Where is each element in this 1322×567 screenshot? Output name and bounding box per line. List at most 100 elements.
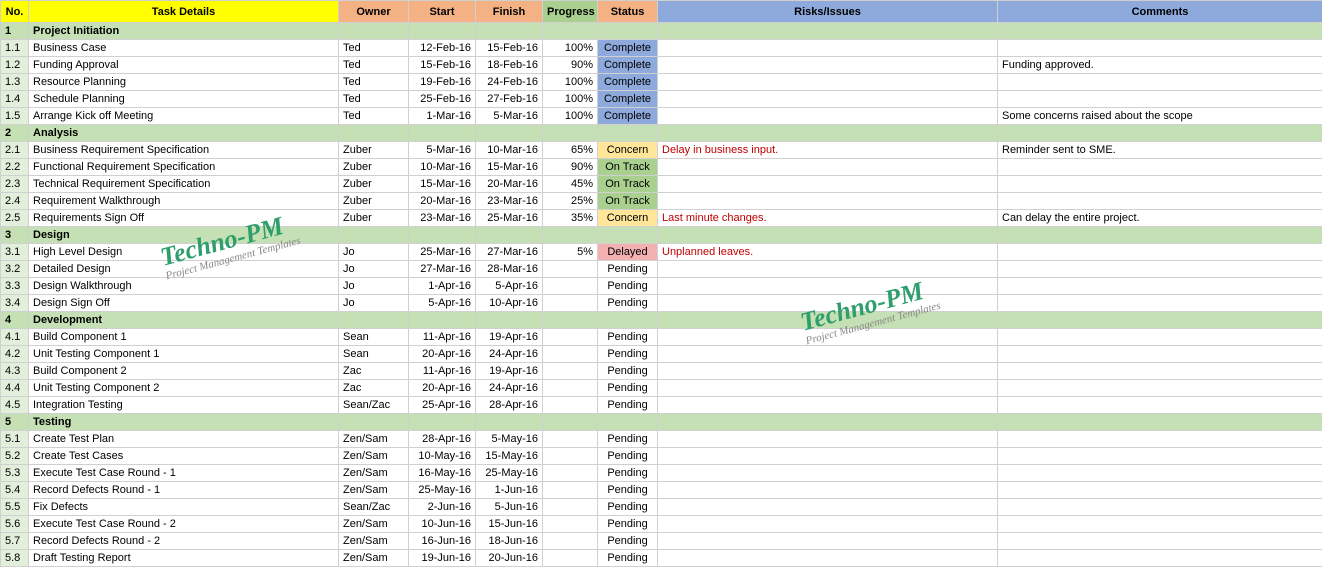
cell-finish[interactable]: 25-May-16 (476, 465, 543, 482)
cell-finish[interactable] (476, 23, 543, 40)
cell-start[interactable] (409, 227, 476, 244)
cell-risk[interactable] (658, 397, 998, 414)
cell-risk[interactable] (658, 227, 998, 244)
project-plan-table[interactable]: No. Task Details Owner Start Finish Prog… (0, 0, 1322, 567)
cell-start[interactable]: 20-Mar-16 (409, 193, 476, 210)
cell-task[interactable]: Functional Requirement Specification (29, 159, 339, 176)
cell-no[interactable]: 3.2 (1, 261, 29, 278)
cell-risk[interactable] (658, 448, 998, 465)
cell-comment[interactable] (998, 244, 1322, 261)
cell-risk[interactable] (658, 278, 998, 295)
cell-owner[interactable]: Zac (339, 380, 409, 397)
cell-owner[interactable]: Jo (339, 278, 409, 295)
cell-comment[interactable] (998, 312, 1322, 329)
table-row[interactable]: 4.1Build Component 1Sean11-Apr-1619-Apr-… (1, 329, 1322, 346)
table-row[interactable]: 3.1High Level DesignJo25-Mar-1627-Mar-16… (1, 244, 1322, 261)
cell-risk[interactable] (658, 550, 998, 567)
cell-risk[interactable] (658, 516, 998, 533)
cell-owner[interactable]: Zen/Sam (339, 482, 409, 499)
cell-progress[interactable] (543, 227, 598, 244)
cell-owner[interactable]: Zen/Sam (339, 550, 409, 567)
table-row[interactable]: 4.3Build Component 2Zac11-Apr-1619-Apr-1… (1, 363, 1322, 380)
cell-finish[interactable]: 28-Mar-16 (476, 261, 543, 278)
cell-comment[interactable] (998, 550, 1322, 567)
cell-no[interactable]: 1.4 (1, 91, 29, 108)
cell-finish[interactable]: 25-Mar-16 (476, 210, 543, 227)
cell-comment[interactable] (998, 482, 1322, 499)
header-task[interactable]: Task Details (29, 1, 339, 23)
cell-risk[interactable] (658, 295, 998, 312)
cell-start[interactable]: 10-May-16 (409, 448, 476, 465)
cell-progress[interactable] (543, 125, 598, 142)
cell-progress[interactable] (543, 533, 598, 550)
cell-task[interactable]: Create Test Cases (29, 448, 339, 465)
table-row[interactable]: 5.3Execute Test Case Round - 1Zen/Sam16-… (1, 465, 1322, 482)
cell-finish[interactable]: 18-Jun-16 (476, 533, 543, 550)
cell-progress[interactable]: 90% (543, 159, 598, 176)
cell-status[interactable] (598, 23, 658, 40)
cell-no[interactable]: 5.3 (1, 465, 29, 482)
cell-no[interactable]: 5.4 (1, 482, 29, 499)
cell-comment[interactable]: Funding approved. (998, 57, 1322, 74)
table-row[interactable]: 3Design (1, 227, 1322, 244)
cell-status[interactable]: Pending (598, 516, 658, 533)
cell-status[interactable] (598, 125, 658, 142)
cell-progress[interactable]: 100% (543, 74, 598, 91)
cell-no[interactable]: 4.2 (1, 346, 29, 363)
cell-start[interactable]: 20-Apr-16 (409, 380, 476, 397)
cell-no[interactable]: 5.8 (1, 550, 29, 567)
cell-finish[interactable]: 10-Mar-16 (476, 142, 543, 159)
cell-finish[interactable] (476, 414, 543, 431)
cell-comment[interactable] (998, 159, 1322, 176)
cell-owner[interactable]: Jo (339, 261, 409, 278)
cell-risk[interactable] (658, 108, 998, 125)
cell-finish[interactable]: 10-Apr-16 (476, 295, 543, 312)
cell-risk[interactable] (658, 346, 998, 363)
cell-status[interactable] (598, 312, 658, 329)
cell-progress[interactable] (543, 499, 598, 516)
cell-comment[interactable] (998, 176, 1322, 193)
cell-task[interactable]: High Level Design (29, 244, 339, 261)
cell-finish[interactable]: 23-Mar-16 (476, 193, 543, 210)
cell-finish[interactable]: 20-Mar-16 (476, 176, 543, 193)
cell-finish[interactable]: 15-May-16 (476, 448, 543, 465)
cell-task[interactable]: Design Walkthrough (29, 278, 339, 295)
cell-risk[interactable] (658, 125, 998, 142)
table-row[interactable]: 4.5Integration TestingSean/Zac25-Apr-162… (1, 397, 1322, 414)
cell-task[interactable]: Requirement Walkthrough (29, 193, 339, 210)
table-row[interactable]: 5.8Draft Testing ReportZen/Sam19-Jun-162… (1, 550, 1322, 567)
cell-task[interactable]: Schedule Planning (29, 91, 339, 108)
cell-comment[interactable] (998, 499, 1322, 516)
cell-progress[interactable] (543, 414, 598, 431)
table-row[interactable]: 1.2Funding ApprovalTed15-Feb-1618-Feb-16… (1, 57, 1322, 74)
cell-start[interactable]: 5-Apr-16 (409, 295, 476, 312)
cell-status[interactable]: Pending (598, 329, 658, 346)
cell-start[interactable]: 11-Apr-16 (409, 363, 476, 380)
cell-progress[interactable] (543, 23, 598, 40)
cell-progress[interactable] (543, 397, 598, 414)
cell-status[interactable]: Pending (598, 550, 658, 567)
cell-task[interactable]: Funding Approval (29, 57, 339, 74)
cell-status[interactable]: Pending (598, 363, 658, 380)
cell-owner[interactable]: Zuber (339, 142, 409, 159)
cell-risk[interactable] (658, 363, 998, 380)
cell-progress[interactable] (543, 261, 598, 278)
table-row[interactable]: 1.5Arrange Kick off MeetingTed1-Mar-165-… (1, 108, 1322, 125)
cell-owner[interactable]: Jo (339, 244, 409, 261)
cell-comment[interactable] (998, 414, 1322, 431)
cell-no[interactable]: 2.5 (1, 210, 29, 227)
cell-comment[interactable] (998, 91, 1322, 108)
cell-owner[interactable]: Ted (339, 57, 409, 74)
cell-no[interactable]: 5.2 (1, 448, 29, 465)
cell-task[interactable]: Integration Testing (29, 397, 339, 414)
cell-owner[interactable]: Zen/Sam (339, 516, 409, 533)
table-row[interactable]: 5.5Fix DefectsSean/Zac2-Jun-165-Jun-16Pe… (1, 499, 1322, 516)
cell-progress[interactable]: 35% (543, 210, 598, 227)
cell-task[interactable]: Unit Testing Component 2 (29, 380, 339, 397)
cell-finish[interactable]: 15-Jun-16 (476, 516, 543, 533)
cell-comment[interactable] (998, 380, 1322, 397)
cell-finish[interactable]: 24-Apr-16 (476, 346, 543, 363)
cell-progress[interactable] (543, 482, 598, 499)
cell-owner[interactable]: Zen/Sam (339, 465, 409, 482)
table-row[interactable]: 4.2Unit Testing Component 1Sean20-Apr-16… (1, 346, 1322, 363)
